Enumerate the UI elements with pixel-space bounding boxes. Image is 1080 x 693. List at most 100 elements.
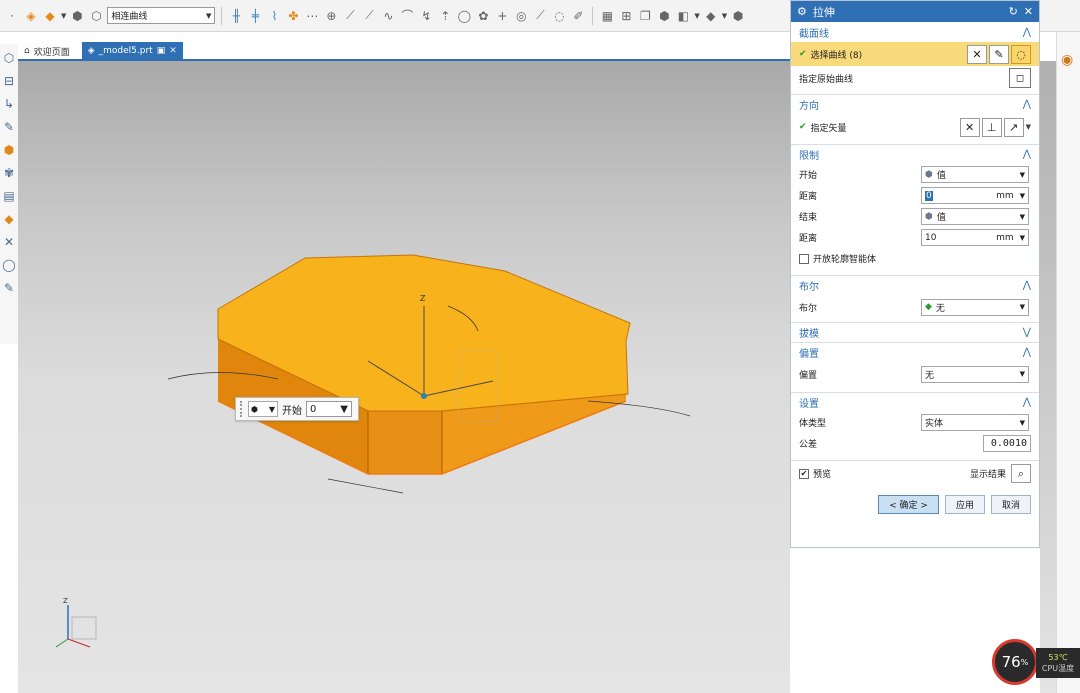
start-select[interactable]: ⬢ 值 ▼ (921, 166, 1029, 183)
body-icon[interactable]: ⬡ (88, 8, 104, 24)
slash-icon[interactable]: ⟋ (532, 8, 548, 24)
grid-icon[interactable]: ▦ (599, 8, 615, 24)
part-navigator-icon[interactable]: ⊟ (2, 73, 16, 89)
circle-icon[interactable]: ◯ (456, 8, 472, 24)
gear-icon[interactable]: ✿ (475, 8, 491, 24)
start-select-value: 值 (936, 171, 946, 181)
boolean-select[interactable]: ◆ 无 ▼ (921, 298, 1029, 316)
solid-icon[interactable]: ⬢ (69, 8, 85, 24)
chevron-up-icon: ⋀ (1022, 280, 1031, 291)
end-select[interactable]: ⬢ 值 ▼ (921, 208, 1029, 225)
deselect-icon[interactable]: ✕ (967, 44, 987, 64)
direction-header[interactable]: 方向 ⋀ (791, 94, 1039, 114)
magnifier-icon[interactable]: ⌕ (1011, 464, 1031, 483)
web-icon[interactable]: ✾ (2, 165, 16, 181)
vector-row[interactable]: ✔ 指定矢量 ✕ ⊥ ↗ ▼ (791, 114, 1039, 140)
origin-curve-row[interactable]: 指定原始曲线 ◻ (791, 66, 1039, 90)
left-resource-bar: ⬡ ⊟ ↳ ✎ ⬢ ✾ ▤ ◆ ✕ ◯ ✎ (0, 44, 18, 344)
settings-header[interactable]: 设置 ⋀ (791, 392, 1039, 412)
plus-box-icon[interactable]: ⊞ (618, 8, 634, 24)
section-curve-header[interactable]: 截面线 ⋀ (791, 22, 1039, 42)
open-profile-checkbox[interactable] (799, 253, 809, 264)
reset-icon[interactable]: ↻ (1009, 5, 1018, 18)
chevron-down-icon[interactable]: ▼ (61, 12, 66, 20)
tools-icon[interactable]: ✎ (2, 119, 16, 135)
select-curve-row[interactable]: ✔ 选择曲线 (8) ✕ ✎ ◌ (791, 42, 1039, 66)
ring-icon[interactable]: ◌ (551, 8, 567, 24)
graphics-window[interactable]: Z Z ⬢ ▼ 开始 0 ▼ (18, 61, 790, 693)
cpu-percent-sign: % (1020, 657, 1029, 667)
curve-icon[interactable]: ∿ (380, 8, 396, 24)
cancel-button[interactable]: 取消 (990, 495, 1031, 514)
close-icon[interactable]: ✕ (169, 46, 177, 56)
line-icon[interactable]: ⟋ (342, 8, 358, 24)
filter-icon[interactable]: ◆ (42, 8, 58, 24)
apply-button[interactable]: 应用 (944, 495, 985, 514)
chevron-down-icon[interactable]: ▼ (694, 12, 699, 20)
plus-icon[interactable]: + (494, 8, 510, 24)
tab-model[interactable]: ◈ _model5.prt ▣ ✕ (81, 42, 183, 60)
tab-welcome[interactable]: ⌂ 欢迎页面 (18, 42, 76, 60)
point-icon[interactable]: ⸱ (4, 8, 20, 24)
viewport-edge (1040, 61, 1056, 693)
curve-rule-select[interactable]: 相连曲线 ▼ (107, 7, 216, 24)
target-icon[interactable]: ◎ (513, 8, 529, 24)
copy-icon[interactable]: ❐ (637, 8, 653, 24)
vector-icon[interactable]: ↗ (1003, 117, 1024, 137)
crosshair-icon[interactable]: ⊕ (323, 8, 339, 24)
view-icon[interactable]: ◧ (675, 8, 691, 24)
open-profile-row[interactable]: 开放轮廓智能体 (791, 248, 1039, 269)
pen-icon[interactable]: ✐ (570, 8, 586, 24)
tolerance-input[interactable]: 0.0010 (983, 435, 1031, 452)
circle-icon[interactable]: ◯ (2, 257, 16, 273)
spline-icon[interactable]: ⌒ (399, 8, 415, 24)
reverse-icon[interactable]: ✕ (959, 117, 980, 137)
body-type-select[interactable]: 实体 ▼ (921, 414, 1029, 431)
boolean-header[interactable]: 布尔 ⋀ (791, 275, 1039, 295)
axis-icon[interactable]: ⊥ (981, 117, 1002, 137)
chevron-up-icon: ⋀ (1022, 99, 1031, 110)
pencil-icon[interactable]: ✎ (2, 280, 16, 296)
tangent-icon[interactable]: ⌇ (266, 8, 282, 24)
feature-icon[interactable]: ✤ (285, 8, 301, 24)
body-type-value: 实体 (925, 419, 944, 429)
chevron-down-icon[interactable]: ▼ (1026, 123, 1031, 131)
shade-icon[interactable]: ⬢ (730, 8, 746, 24)
sketch-icon[interactable]: ✎ (989, 44, 1009, 64)
cube-icon[interactable]: ⬢ (656, 8, 672, 24)
start-value-input[interactable]: 0 ▼ (306, 401, 352, 417)
chevron-down-icon[interactable]: ▼ (722, 12, 727, 20)
assembly-navigator-icon[interactable]: ⬡ (2, 50, 16, 66)
end-select-value: 值 (936, 213, 946, 223)
snap-icon[interactable]: ◈ (23, 8, 39, 24)
close-icon[interactable]: ✕ (1024, 5, 1033, 18)
boolean-none-icon: ◆ (925, 302, 932, 312)
library-icon[interactable]: ▤ (2, 188, 16, 204)
preview-checkbox[interactable]: ✔ (799, 468, 809, 479)
history-icon[interactable]: ↳ (2, 96, 16, 112)
offset-header[interactable]: 偏置 ⋀ (791, 342, 1039, 362)
render-icon[interactable]: ◆ (703, 8, 719, 24)
cube-icon[interactable]: ⬢ (2, 142, 16, 158)
limits-header[interactable]: 限制 ⋀ (791, 144, 1039, 164)
mid-snap-icon[interactable]: ╪ (247, 8, 263, 24)
curve-icon[interactable]: ◌ (1011, 44, 1031, 64)
chain-icon[interactable]: ↯ (418, 8, 434, 24)
origin-curve-icon[interactable]: ◻ (1009, 68, 1031, 88)
offset-select[interactable]: 无 ▼ (921, 365, 1029, 383)
more-icon[interactable]: ⋯ (304, 8, 320, 24)
draft-header[interactable]: 拔模 ⋁ (791, 322, 1039, 342)
cpu-usage-gauge: 76% (992, 639, 1038, 685)
cross-icon[interactable]: ✕ (2, 234, 16, 250)
start-option-select[interactable]: ⬢ ▼ (248, 401, 278, 417)
ok-button[interactable]: < 确定 > (878, 495, 939, 514)
play-icon[interactable]: ◉ (1061, 52, 1073, 68)
up-arrow-icon[interactable]: ⇡ (437, 8, 453, 24)
start-distance-input[interactable]: 0 mm ▼ (921, 187, 1029, 204)
role-icon[interactable]: ◆ (2, 211, 16, 227)
end-distance-input[interactable]: 10 mm ▼ (921, 229, 1029, 246)
end-snap-icon[interactable]: ╫ (228, 8, 244, 24)
boolean-label: 布尔 (799, 303, 818, 314)
arc-icon[interactable]: ⟋ (361, 8, 377, 24)
drag-grip[interactable] (240, 401, 244, 417)
